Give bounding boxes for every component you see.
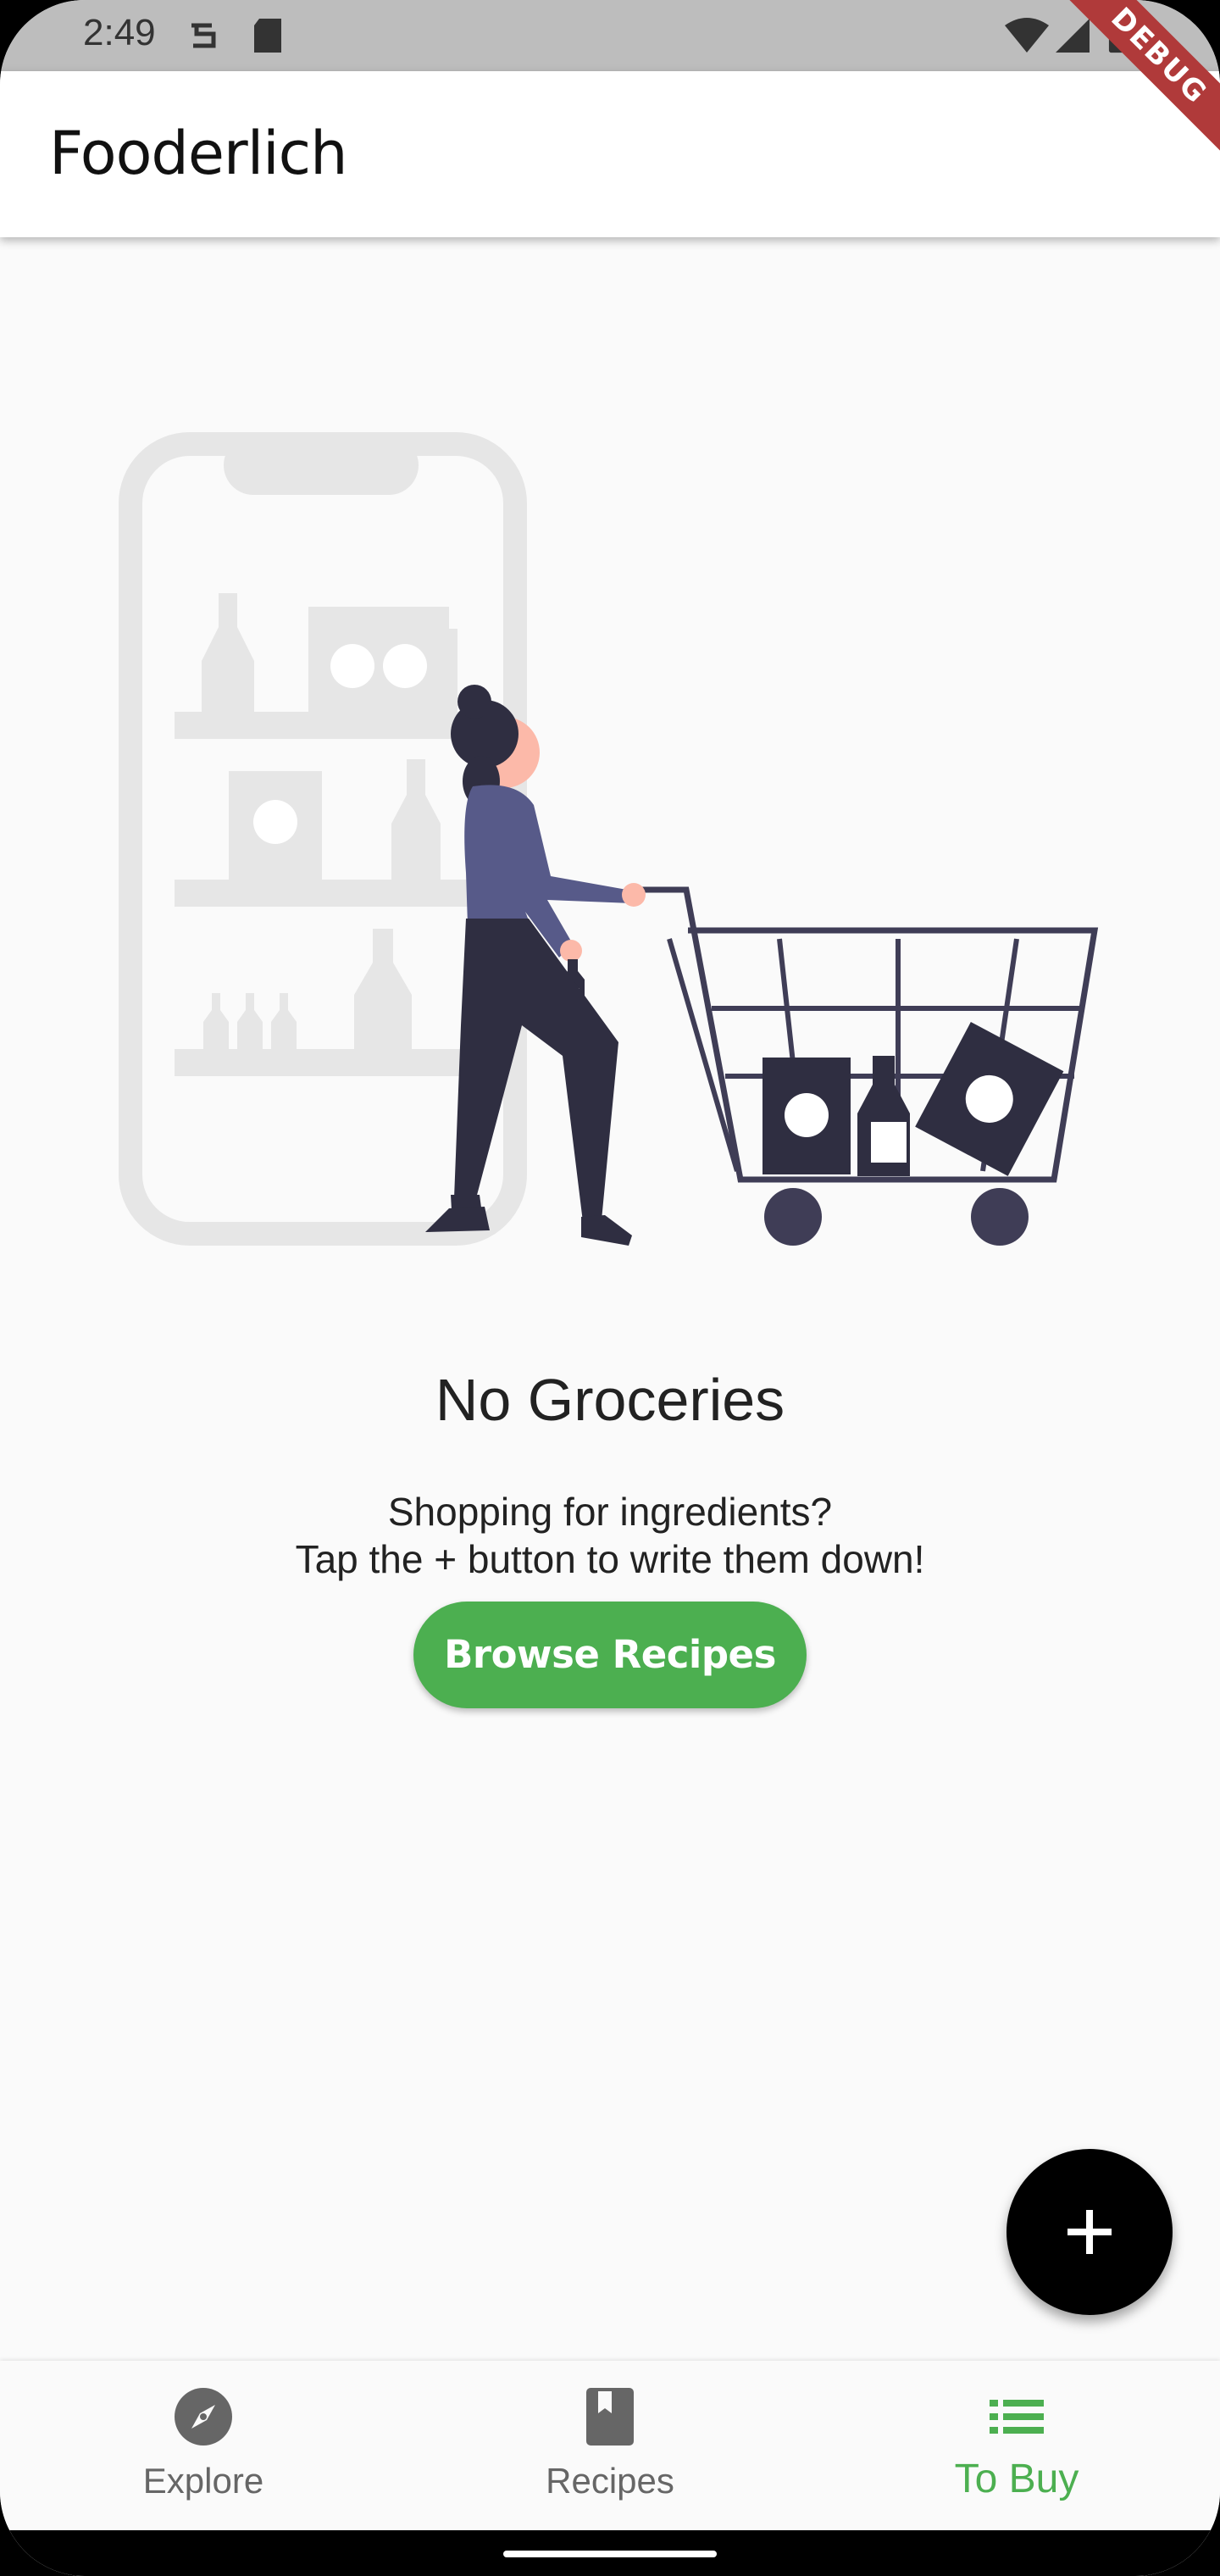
add-item-button[interactable] [1006,2149,1173,2315]
browse-recipes-button[interactable]: Browse Recipes [413,1602,807,1708]
shopping-cart-illustration [119,432,1099,1246]
list-icon [990,2400,1044,2434]
empty-state-message-line1: Shopping for ingredients? [387,1490,833,1534]
signal-icon [1056,19,1090,53]
empty-state-message: Shopping for ingredients? Tap the + butt… [0,1488,1220,1583]
status-bar: 2:49 [0,0,1220,71]
status-time: 2:49 [83,12,156,53]
nav-item-to-buy[interactable]: To Buy [813,2361,1220,2530]
sd-card-icon [254,19,281,53]
nav-label-to-buy: To Buy [954,2457,1079,2501]
empty-state-title: No Groceries [435,1367,785,1433]
app-bar: Fooderlich [0,71,1220,237]
nav-item-explore[interactable]: Explore [0,2361,407,2530]
wifi-icon [1005,18,1049,53]
app-screen: 2:49 Fooderlich DEBUG No Groceries Shopp… [0,0,1220,2576]
nav-item-recipes[interactable]: Recipes [407,2361,813,2530]
plus-icon [1068,2210,1112,2254]
empty-state-message-line2: Tap the + button to write them down! [295,1537,925,1581]
book-icon [586,2388,634,2446]
nav-label-recipes: Recipes [546,2461,674,2501]
home-indicator[interactable] [503,2551,717,2557]
page-title: Fooderlich [49,119,347,188]
sync-icon [191,23,216,48]
nav-label-explore: Explore [142,2461,264,2501]
compass-icon [175,2388,232,2446]
